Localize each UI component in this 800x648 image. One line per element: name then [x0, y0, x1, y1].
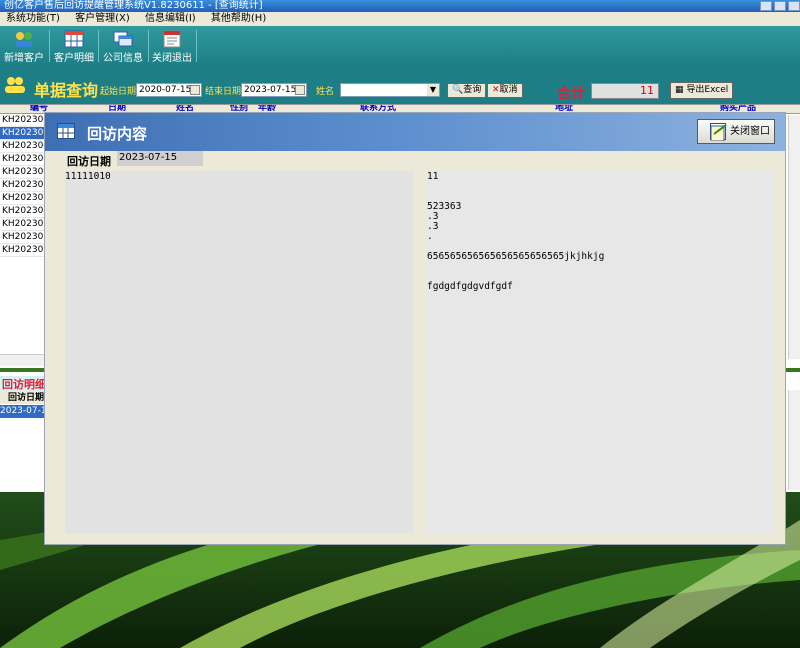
grid-horizontal-scrollbar[interactable]: [0, 354, 44, 366]
toolbar: 新增客户 客户明细 公司信息 关闭退出: [0, 26, 800, 66]
query-title: 单据查询: [34, 81, 99, 100]
table-row[interactable]: KH202306: [0, 153, 49, 166]
maximize-button[interactable]: [774, 1, 786, 11]
calendar-icon[interactable]: [190, 85, 200, 95]
visit-date-label: 回访日期: [67, 155, 111, 168]
grid-icon: [64, 30, 84, 48]
chevron-down-icon[interactable]: ▼: [427, 84, 439, 96]
visit-date-value: 2023-07-15: [117, 151, 203, 166]
table-row[interactable]: KH202307: [0, 205, 49, 218]
end-date-field[interactable]: 2023-07-15: [241, 83, 307, 97]
menu-edit[interactable]: 信息编辑(I): [139, 12, 202, 26]
edit-note-icon: [710, 123, 727, 142]
table-row[interactable]: KH202306: [0, 127, 49, 140]
windows-icon: [113, 30, 133, 48]
cancel-button[interactable]: ✕取消: [487, 83, 523, 98]
table-icon: [57, 123, 75, 139]
query-bar: 单据查询 起始日期 2020-07-15 结束日期 2023-07-15 姓名 …: [0, 66, 800, 104]
table-row[interactable]: KH202307: [0, 218, 49, 231]
start-date-field[interactable]: 2020-07-15: [136, 83, 202, 97]
window-title: 创亿客户售后回访提醒管理系统V1.8230611 - [查询统计]: [4, 0, 263, 11]
end-date-label: 结束日期: [205, 87, 242, 97]
search-button[interactable]: 🔍查询: [447, 83, 487, 98]
excel-icon: ▦: [675, 85, 684, 95]
detail-row[interactable]: 2023-07-15: [0, 405, 44, 418]
menu-customer[interactable]: 客户管理(X): [69, 12, 136, 26]
table-row[interactable]: KH202307: [0, 231, 49, 244]
detail-column-header[interactable]: 回访日期: [0, 392, 44, 404]
dialog-header: 回访内容 关闭窗口: [45, 113, 785, 151]
close-window-button[interactable]: [788, 1, 800, 11]
table-row[interactable]: KH202306: [0, 140, 49, 153]
start-date-label: 起始日期: [100, 87, 137, 97]
table-row[interactable]: KH202307: [0, 192, 49, 205]
dialog-title: 回访内容: [87, 125, 148, 143]
exit-button[interactable]: 关闭退出: [148, 28, 196, 64]
users-icon: [5, 77, 25, 93]
visit-content-left-text[interactable]: 11111010: [65, 171, 413, 533]
visit-content-right-text[interactable]: 11 523363 .3 .3 . 6565656565656565656565…: [427, 171, 773, 533]
calendar-icon[interactable]: [295, 85, 305, 95]
name-combobox[interactable]: ▼: [340, 83, 440, 97]
table-row[interactable]: KH202307: [0, 244, 49, 257]
window-titlebar: 创亿客户售后回访提醒管理系统V1.8230611 - [查询统计]: [0, 0, 800, 12]
minimize-button[interactable]: [760, 1, 772, 11]
menu-system[interactable]: 系统功能(T): [0, 12, 66, 26]
detail-title: 回访明细: [0, 376, 48, 392]
export-excel-button[interactable]: ▦ 导出Excel: [670, 82, 734, 99]
exit-icon: [162, 30, 182, 48]
grid-vertical-scrollbar[interactable]: [788, 115, 800, 359]
company-info-button[interactable]: 公司信息: [99, 28, 147, 64]
add-customer-button[interactable]: 新增客户: [0, 28, 48, 64]
total-label: 合计: [557, 86, 585, 102]
customer-detail-button[interactable]: 客户明细: [50, 28, 98, 64]
table-row[interactable]: KH202306: [0, 114, 49, 127]
search-icon: 🔍: [452, 85, 464, 95]
menu-bar: 系统功能(T) 客户管理(X) 信息编辑(I) 其他帮助(H): [0, 12, 800, 26]
visit-content-dialog: 回访内容 关闭窗口 回访日期 2023-07-15 11111010 11 52…: [44, 112, 786, 545]
cancel-icon: ✕: [492, 85, 500, 95]
close-dialog-button[interactable]: 关闭窗口: [697, 119, 775, 144]
detail-vertical-scrollbar[interactable]: [788, 390, 800, 490]
total-value: 11: [591, 83, 659, 99]
table-row[interactable]: KH202307: [0, 179, 49, 192]
table-row[interactable]: KH202306: [0, 166, 49, 179]
menu-help[interactable]: 其他帮助(H): [205, 12, 272, 26]
toolbar-separator: [196, 30, 197, 62]
people-icon: [14, 30, 34, 48]
name-label: 姓名: [316, 87, 335, 97]
